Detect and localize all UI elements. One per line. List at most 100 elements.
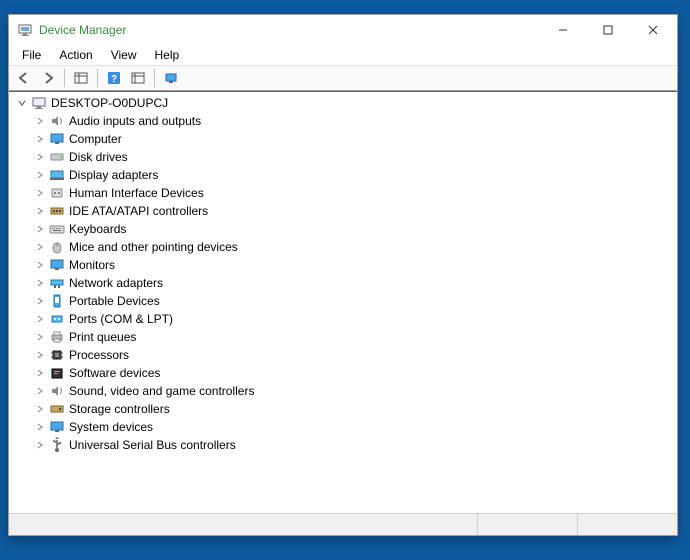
node-label: Sound, video and game controllers xyxy=(69,384,254,398)
app-icon xyxy=(17,22,33,38)
monitor-icon xyxy=(49,131,65,147)
show-hide-tree-button[interactable] xyxy=(70,67,92,89)
minimize-button[interactable] xyxy=(540,16,585,44)
usb-icon xyxy=(49,437,65,453)
expand-icon[interactable] xyxy=(33,258,47,272)
titlebar: Device Manager xyxy=(9,15,677,45)
tree-node-mice[interactable]: Mice and other pointing devices xyxy=(9,238,677,256)
menu-help[interactable]: Help xyxy=(146,46,189,64)
toolbar-separator xyxy=(64,69,65,87)
node-label: Portable Devices xyxy=(69,294,160,308)
node-label: Display adapters xyxy=(69,168,158,182)
expand-icon[interactable] xyxy=(33,384,47,398)
expand-icon[interactable] xyxy=(33,150,47,164)
device-manager-window: Device Manager File Action View Help xyxy=(8,14,678,536)
tree-node-audio[interactable]: Audio inputs and outputs xyxy=(9,112,677,130)
node-label: Monitors xyxy=(69,258,115,272)
maximize-button[interactable] xyxy=(585,16,630,44)
expand-icon[interactable] xyxy=(33,438,47,452)
computer-icon xyxy=(31,95,47,111)
expand-icon[interactable] xyxy=(33,114,47,128)
tree-node-display-adapters[interactable]: Display adapters xyxy=(9,166,677,184)
window-title: Device Manager xyxy=(39,23,540,37)
toolbar: ? xyxy=(9,65,677,91)
scan-hardware-button[interactable] xyxy=(160,67,182,89)
expand-icon[interactable] xyxy=(33,294,47,308)
portable-icon xyxy=(49,293,65,309)
help-button[interactable]: ? xyxy=(103,67,125,89)
tree-node-network[interactable]: Network adapters xyxy=(9,274,677,292)
node-label: Ports (COM & LPT) xyxy=(69,312,173,326)
tree-node-usb[interactable]: Universal Serial Bus controllers xyxy=(9,436,677,454)
tree-node-computer[interactable]: Computer xyxy=(9,130,677,148)
expand-icon[interactable] xyxy=(33,276,47,290)
monitor-icon xyxy=(49,257,65,273)
tree-node-keyboards[interactable]: Keyboards xyxy=(9,220,677,238)
tree-node-software-devices[interactable]: Software devices xyxy=(9,364,677,382)
software-icon xyxy=(49,365,65,381)
tree-node-disk-drives[interactable]: Disk drives xyxy=(9,148,677,166)
expand-icon[interactable] xyxy=(33,204,47,218)
statusbar xyxy=(9,513,677,535)
node-label: Software devices xyxy=(69,366,160,380)
tree-node-storage-controllers[interactable]: Storage controllers xyxy=(9,400,677,418)
expand-icon[interactable] xyxy=(33,402,47,416)
node-label: Computer xyxy=(69,132,122,146)
keyboard-icon xyxy=(49,221,65,237)
hid-icon xyxy=(49,185,65,201)
node-label: Processors xyxy=(69,348,129,362)
disk-icon xyxy=(49,149,65,165)
root-label: DESKTOP-O0DUPCJ xyxy=(51,96,168,110)
storage-icon xyxy=(49,401,65,417)
expand-icon[interactable] xyxy=(33,132,47,146)
sound-icon xyxy=(49,383,65,399)
properties-button[interactable] xyxy=(127,67,149,89)
window-controls xyxy=(540,16,675,44)
expand-icon[interactable] xyxy=(33,420,47,434)
menubar: File Action View Help xyxy=(9,45,677,65)
node-label: Disk drives xyxy=(69,150,128,164)
tree-node-hid[interactable]: Human Interface Devices xyxy=(9,184,677,202)
collapse-icon[interactable] xyxy=(15,96,29,110)
expand-icon[interactable] xyxy=(33,312,47,326)
tree-node-processors[interactable]: Processors xyxy=(9,346,677,364)
network-icon xyxy=(49,275,65,291)
status-segment xyxy=(477,514,577,535)
tree-node-print-queues[interactable]: Print queues xyxy=(9,328,677,346)
node-label: Mice and other pointing devices xyxy=(69,240,238,254)
toolbar-separator xyxy=(97,69,98,87)
tree-node-ports[interactable]: Ports (COM & LPT) xyxy=(9,310,677,328)
node-label: Keyboards xyxy=(69,222,126,236)
node-label: Human Interface Devices xyxy=(69,186,204,200)
status-segment xyxy=(9,514,477,535)
system-icon xyxy=(49,419,65,435)
menu-view[interactable]: View xyxy=(102,46,146,64)
node-label: Audio inputs and outputs xyxy=(69,114,201,128)
expand-icon[interactable] xyxy=(33,366,47,380)
cpu-icon xyxy=(49,347,65,363)
tree-node-system-devices[interactable]: System devices xyxy=(9,418,677,436)
expand-icon[interactable] xyxy=(33,240,47,254)
tree-root[interactable]: DESKTOP-O0DUPCJ xyxy=(9,94,677,112)
tree-node-ide[interactable]: IDE ATA/ATAPI controllers xyxy=(9,202,677,220)
expand-icon[interactable] xyxy=(33,348,47,362)
printer-icon xyxy=(49,329,65,345)
menu-file[interactable]: File xyxy=(13,46,50,64)
expand-icon[interactable] xyxy=(33,330,47,344)
expand-icon[interactable] xyxy=(33,222,47,236)
device-tree[interactable]: DESKTOP-O0DUPCJ Audio inputs and outputs… xyxy=(9,91,677,513)
expand-icon[interactable] xyxy=(33,168,47,182)
status-segment xyxy=(577,514,677,535)
node-label: System devices xyxy=(69,420,153,434)
close-button[interactable] xyxy=(630,16,675,44)
svg-text:?: ? xyxy=(111,74,117,85)
node-label: Storage controllers xyxy=(69,402,170,416)
tree-node-sound-video[interactable]: Sound, video and game controllers xyxy=(9,382,677,400)
forward-button[interactable] xyxy=(37,67,59,89)
tree-node-portable[interactable]: Portable Devices xyxy=(9,292,677,310)
menu-action[interactable]: Action xyxy=(50,46,101,64)
node-label: IDE ATA/ATAPI controllers xyxy=(69,204,208,218)
expand-icon[interactable] xyxy=(33,186,47,200)
tree-node-monitors[interactable]: Monitors xyxy=(9,256,677,274)
back-button[interactable] xyxy=(13,67,35,89)
